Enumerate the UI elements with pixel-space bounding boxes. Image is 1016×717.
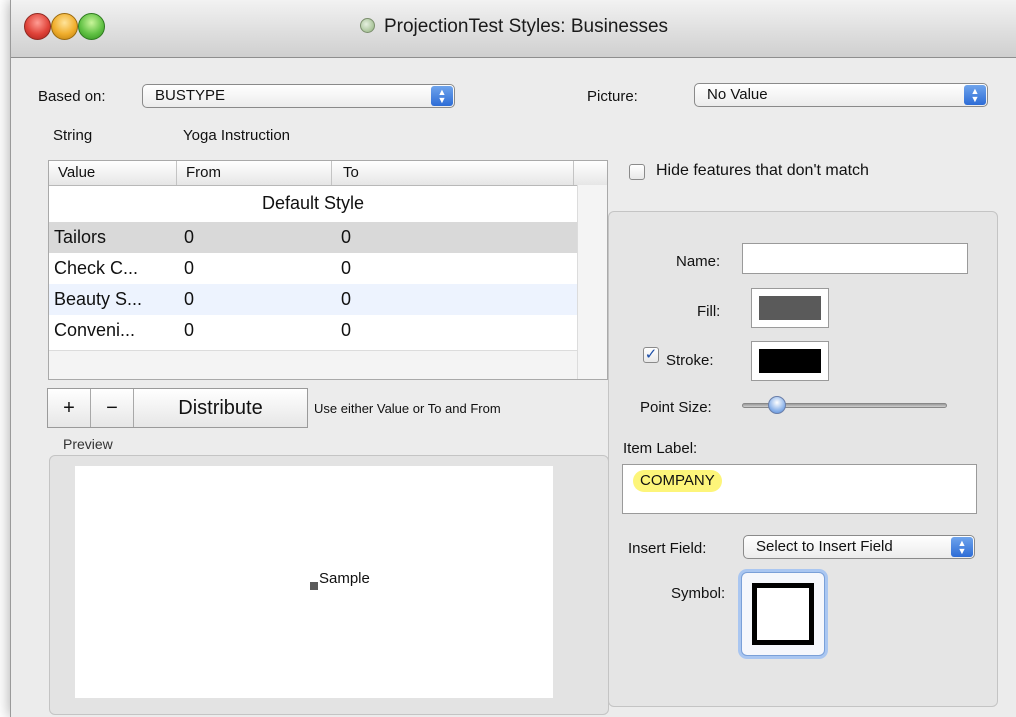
symbol-label: Symbol: xyxy=(671,585,726,602)
stroke-label: Stroke: xyxy=(666,352,714,369)
stroke-checkbox[interactable]: ✓ xyxy=(643,347,659,363)
row-to: 0 xyxy=(341,289,352,309)
column-header-to[interactable]: To xyxy=(343,164,359,181)
based-on-value: BUSTYPE xyxy=(155,87,226,104)
row-to: 0 xyxy=(341,227,352,247)
row-from: 0 xyxy=(184,289,195,309)
preview-panel: Sample xyxy=(49,455,609,715)
column-header-from[interactable]: From xyxy=(186,164,221,181)
name-label: Name: xyxy=(676,253,721,270)
table-row[interactable]: Beauty S... 0 0 xyxy=(49,284,577,315)
company-field-token[interactable]: COMPANY xyxy=(633,470,722,492)
table-row[interactable]: Check C... 0 0 xyxy=(49,253,577,284)
picture-popup[interactable]: No Value ▲ ▼ xyxy=(694,83,988,107)
item-label-label: Item Label: xyxy=(623,440,698,457)
popup-arrows-icon: ▲ ▼ xyxy=(964,85,986,105)
hide-features-checkbox[interactable] xyxy=(629,164,645,180)
string-value: Yoga Instruction xyxy=(183,127,291,144)
fill-label: Fill: xyxy=(697,303,721,320)
popup-arrows-icon: ▲ ▼ xyxy=(431,86,453,106)
window-title: ProjectionTest Styles: Businesses xyxy=(11,16,1016,38)
row-value: Conveni... xyxy=(54,320,136,340)
row-to: 0 xyxy=(341,258,352,278)
remove-row-button[interactable]: − xyxy=(91,389,133,427)
styles-window: ProjectionTest Styles: Businesses Based … xyxy=(10,0,1016,717)
name-field[interactable] xyxy=(742,243,968,274)
insert-field-popup[interactable]: Select to Insert Field ▲ ▼ xyxy=(743,535,975,559)
stroke-color-swatch xyxy=(759,349,821,373)
picture-value: No Value xyxy=(707,86,768,103)
popup-arrows-icon: ▲ ▼ xyxy=(951,537,973,557)
row-value: Beauty S... xyxy=(54,289,143,309)
row-from: 0 xyxy=(184,320,195,340)
distribute-button[interactable]: Distribute xyxy=(134,389,307,427)
preview-canvas: Sample xyxy=(75,466,553,698)
string-label: String xyxy=(53,127,93,144)
symbol-picker[interactable] xyxy=(741,572,825,656)
hide-features-label: Hide features that don't match xyxy=(656,162,869,179)
table-row-default[interactable]: Default Style xyxy=(49,191,577,222)
row-from: 0 xyxy=(184,227,195,247)
row-from: 0 xyxy=(184,258,195,278)
sample-label: Sample xyxy=(319,570,370,587)
table-row[interactable]: Tailors 0 0 xyxy=(49,222,577,253)
table-row[interactable]: Conveni... 0 0 xyxy=(49,315,577,346)
document-proxy-icon[interactable] xyxy=(359,18,375,33)
row-value: Tailors xyxy=(54,227,107,247)
point-size-slider-knob[interactable] xyxy=(768,396,786,414)
column-header-value[interactable]: Value xyxy=(58,164,95,181)
fill-color-swatch xyxy=(759,296,821,320)
table-header: Value From To xyxy=(49,161,607,186)
window-title-text: ProjectionTest Styles: Businesses xyxy=(383,16,669,37)
picture-label: Picture: xyxy=(587,88,638,105)
value-hint-text: Use either Value or To and From xyxy=(314,401,501,416)
title-bar: ProjectionTest Styles: Businesses xyxy=(11,0,1016,58)
fill-color-well[interactable] xyxy=(751,288,829,328)
based-on-label: Based on: xyxy=(38,88,106,105)
insert-field-value: Select to Insert Field xyxy=(756,538,893,555)
value-table: Value From To Default Style Tailors 0 0 … xyxy=(48,160,608,380)
preview-label: Preview xyxy=(63,436,113,452)
row-value: Check C... xyxy=(54,258,139,278)
default-style-label: Default Style xyxy=(261,193,365,213)
insert-field-label: Insert Field: xyxy=(628,540,707,557)
point-size-label: Point Size: xyxy=(640,399,712,416)
table-vertical-scrollbar[interactable] xyxy=(577,185,607,379)
row-to: 0 xyxy=(341,320,352,340)
add-row-button[interactable]: + xyxy=(48,389,90,427)
table-horizontal-scrollbar[interactable] xyxy=(49,350,577,379)
based-on-popup[interactable]: BUSTYPE ▲ ▼ xyxy=(142,84,455,108)
stroke-color-well[interactable] xyxy=(751,341,829,381)
sample-point-marker xyxy=(310,582,318,590)
table-button-bar: + − Distribute xyxy=(47,388,308,428)
square-symbol-icon xyxy=(752,583,814,645)
